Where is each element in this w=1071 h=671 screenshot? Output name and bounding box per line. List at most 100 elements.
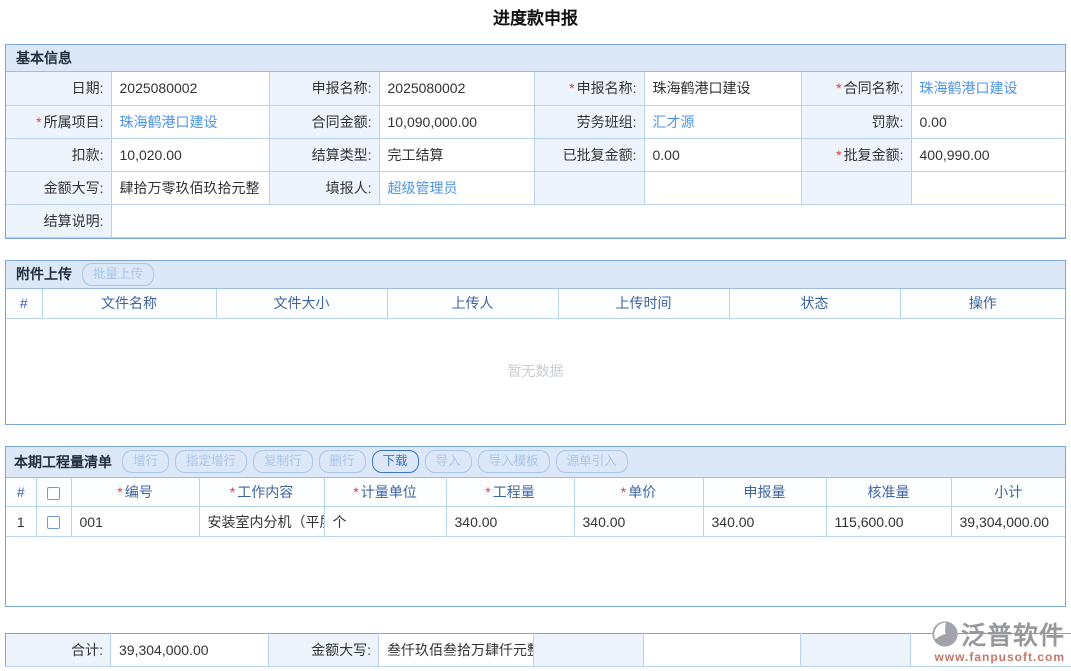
import-button[interactable]: 导入 — [425, 450, 472, 473]
col-declared-qty: 申报量 — [703, 478, 826, 507]
col-index: # — [6, 478, 36, 507]
empty-value-cell — [644, 634, 801, 667]
boq-section: 本期工程量清单 增行 指定增行 复制行 删行 下载 导入 导入模板 源单引入 #… — [5, 446, 1066, 607]
labor-team-label: 劳务班组: — [534, 105, 644, 138]
settlement-type-value: 完工结算 — [379, 138, 534, 171]
import-template-button[interactable]: 导入模板 — [478, 450, 550, 473]
settlement-note-label: 结算说明: — [6, 204, 111, 237]
required-mark: * — [836, 147, 841, 163]
col-quantity: *工程量 — [446, 478, 574, 507]
attachments-section-header: 附件上传 批量上传 — [6, 261, 1065, 289]
row-quantity[interactable]: 340.00 — [446, 507, 574, 537]
empty-label-cell — [801, 634, 911, 667]
empty-label-cell — [534, 171, 644, 204]
penalty-label: 罚款: — [801, 105, 911, 138]
basic-info-row-5: 结算说明: — [6, 204, 1065, 237]
deduction-label: 扣款: — [6, 138, 111, 171]
col-code: *编号 — [71, 478, 199, 507]
add-row-button[interactable]: 增行 — [122, 450, 169, 473]
totals-bar: 合计: 39,304,000.00 金额大写: 叁仟玖佰叁拾万肆仟元整 — [5, 633, 1071, 667]
contract-amount-label: 合同金额: — [269, 105, 379, 138]
deduction-value: 10,020.00 — [111, 138, 269, 171]
boq-header-row: # *编号 *工作内容 *计量单位 *工程量 *单价 申报量 核准量 小计 — [6, 478, 1065, 507]
col-work-content: *工作内容 — [199, 478, 324, 507]
source-import-button[interactable]: 源单引入 — [556, 450, 628, 473]
approved-amount-label: *批复金额: — [801, 138, 911, 171]
project-label: *所属项目: — [6, 105, 111, 138]
attachments-title: 附件上传 — [16, 264, 72, 284]
col-actions: 操作 — [900, 289, 1065, 319]
insert-row-button[interactable]: 指定增行 — [175, 450, 247, 473]
total-words-value: 叁仟玖佰叁拾万肆仟元整 — [379, 634, 534, 667]
project-link[interactable]: 珠海鹤港口建设 — [120, 114, 218, 130]
row-subtotal: 39,304,000.00 — [951, 507, 1065, 537]
col-approved-qty: 核准量 — [826, 478, 951, 507]
vendor-url-text: www.fanpusoft.com — [931, 650, 1065, 664]
row-work-content[interactable]: 安装室内分机（平层. — [199, 507, 324, 537]
row-index: 1 — [6, 507, 36, 537]
required-mark: * — [569, 80, 574, 96]
no-data-text: 暂无数据 — [6, 319, 1065, 424]
contract-name-value: 珠海鹤港口建设 — [911, 72, 1065, 105]
labor-team-link[interactable]: 汇才源 — [653, 114, 695, 130]
boq-section-header: 本期工程量清单 增行 指定增行 复制行 删行 下载 导入 导入模板 源单引入 — [6, 447, 1065, 478]
empty-value-cell — [644, 171, 801, 204]
row-unit-price[interactable]: 340.00 — [574, 507, 703, 537]
empty-label-cell — [801, 171, 911, 204]
basic-info-section: 基本信息 日期: 2025080002 申报名称: 2025080002 *申报… — [5, 44, 1066, 239]
col-file-size: 文件大小 — [216, 289, 387, 319]
attachments-header-row: # 文件名称 文件大小 上传人 上传时间 状态 操作 — [6, 289, 1065, 319]
required-mark: * — [117, 484, 122, 500]
required-mark: * — [621, 484, 626, 500]
declaration-number-label: 申报名称: — [269, 72, 379, 105]
download-button[interactable]: 下载 — [372, 450, 419, 473]
declaration-name-label: *申报名称: — [534, 72, 644, 105]
copy-row-button[interactable]: 复制行 — [253, 450, 313, 473]
contract-name-link[interactable]: 珠海鹤港口建设 — [920, 80, 1018, 96]
amount-words-value: 肆拾万零玖佰玖拾元整 — [111, 171, 269, 204]
fanpu-logo-icon — [931, 620, 959, 648]
project-value: 珠海鹤港口建设 — [111, 105, 269, 138]
boq-table: # *编号 *工作内容 *计量单位 *工程量 *单价 申报量 核准量 小计 1 … — [6, 478, 1065, 606]
basic-info-row-4: 金额大写: 肆拾万零玖佰玖拾元整 填报人: 超级管理员 — [6, 171, 1065, 204]
required-mark: * — [36, 114, 41, 130]
required-mark: * — [230, 484, 235, 500]
col-file-name: 文件名称 — [42, 289, 216, 319]
col-status: 状态 — [729, 289, 900, 319]
contract-amount-value: 10,090,000.00 — [379, 105, 534, 138]
row-checkbox[interactable] — [47, 516, 60, 529]
row-unit[interactable]: 个 — [324, 507, 446, 537]
basic-info-title: 基本信息 — [16, 48, 72, 68]
basic-info-row-3: 扣款: 10,020.00 结算类型: 完工结算 已批复金额: 0.00 *批复… — [6, 138, 1065, 171]
total-label: 合计: — [6, 634, 111, 667]
batch-upload-button[interactable]: 批量上传 — [82, 263, 154, 286]
row-code[interactable]: 001 — [71, 507, 199, 537]
labor-team-value: 汇才源 — [644, 105, 801, 138]
basic-info-row-1: 日期: 2025080002 申报名称: 2025080002 *申报名称: 珠… — [6, 72, 1065, 105]
attachments-empty-row: 暂无数据 — [6, 319, 1065, 424]
filler-label: 填报人: — [269, 171, 379, 204]
already-approved-amount-label: 已批复金额: — [534, 138, 644, 171]
col-uploader: 上传人 — [387, 289, 558, 319]
total-words-label: 金额大写: — [269, 634, 379, 667]
settlement-note-value — [111, 204, 1065, 237]
row-select-cell — [36, 507, 71, 537]
empty-value-cell — [911, 171, 1065, 204]
basic-info-grid: 日期: 2025080002 申报名称: 2025080002 *申报名称: 珠… — [6, 72, 1065, 238]
col-upload-time: 上传时间 — [558, 289, 729, 319]
amount-words-label: 金额大写: — [6, 171, 111, 204]
required-mark: * — [836, 80, 841, 96]
col-index: # — [6, 289, 42, 319]
date-label: 日期: — [6, 72, 111, 105]
delete-row-button[interactable]: 删行 — [319, 450, 366, 473]
vendor-watermark: 泛普软件 www.fanpusoft.com — [931, 616, 1065, 664]
page-title: 进度款申报 — [0, 0, 1071, 44]
select-all-checkbox[interactable] — [47, 487, 60, 500]
contract-name-label: *合同名称: — [801, 72, 911, 105]
basic-info-section-header: 基本信息 — [6, 45, 1065, 72]
row-declared-qty[interactable]: 340.00 — [703, 507, 826, 537]
filler-link[interactable]: 超级管理员 — [388, 180, 458, 196]
attachments-table: # 文件名称 文件大小 上传人 上传时间 状态 操作 暂无数据 — [6, 289, 1065, 424]
date-value: 2025080002 — [111, 72, 269, 105]
required-mark: * — [353, 484, 358, 500]
